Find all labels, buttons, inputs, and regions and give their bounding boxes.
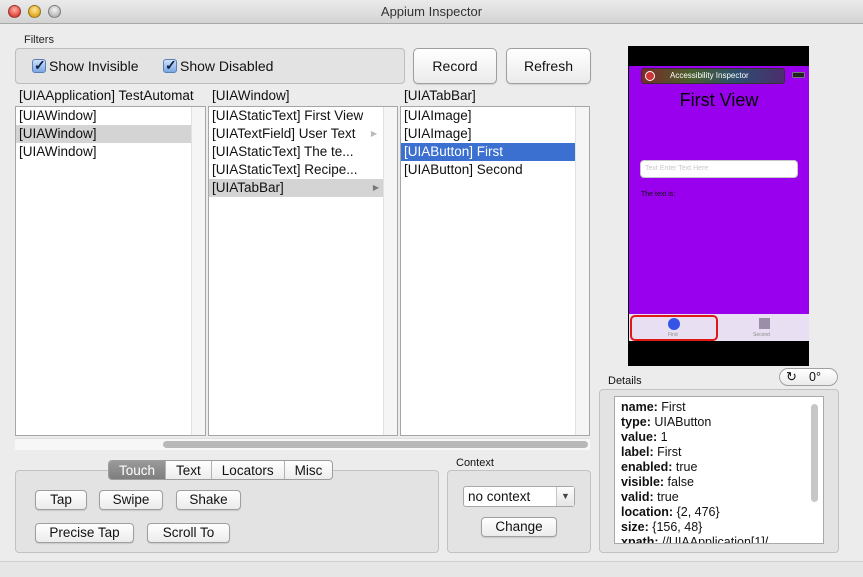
list-item[interactable]: [UIAStaticText] The te... <box>209 143 397 161</box>
details-text-area[interactable]: name: First type: UIAButton value: 1 lab… <box>614 396 824 544</box>
window-title: Appium Inspector <box>380 4 483 19</box>
preview-tab-second-label: Second <box>753 332 770 338</box>
preview-text-field[interactable]: Text Enter Text Here <box>640 160 798 178</box>
list-item[interactable]: [UIAButton] First <box>401 143 575 161</box>
element-column-3[interactable]: [UIAImage] [UIAImage] [UIAButton] First … <box>400 106 590 436</box>
detail-line: label: First <box>621 445 682 459</box>
close-icon <box>645 71 655 81</box>
show-invisible-label: Show Invisible <box>49 58 139 74</box>
list-item[interactable]: [UIAWindow]▶ <box>16 143 205 161</box>
checkmark-icon <box>32 57 46 74</box>
column-3-header: [UIATabBar] <box>404 88 476 103</box>
element-column-1[interactable]: [UIAWindow] [UIAWindow]▶ [UIAWindow]▶ <box>15 106 206 436</box>
swipe-button[interactable]: Swipe <box>99 490 163 510</box>
tab-touch[interactable]: Touch <box>109 461 167 479</box>
square-icon <box>759 318 770 329</box>
list-item[interactable]: [UIAButton] Second <box>401 161 589 179</box>
detail-line: xpath: //UIAApplication[1]/ <box>621 535 769 544</box>
detail-line: enabled: true <box>621 460 698 474</box>
preview-view-title: First View <box>679 90 759 110</box>
selected-element-highlight <box>630 315 718 341</box>
show-invisible-checkbox[interactable]: Show Invisible <box>32 57 139 74</box>
rotate-button[interactable]: ↻ 0° <box>779 368 838 386</box>
list-item[interactable]: [UIAStaticText] First View <box>209 107 397 125</box>
detail-line: type: UIAButton <box>621 415 712 429</box>
detail-line: value: 1 <box>621 430 668 444</box>
vertical-scrollbar[interactable] <box>575 107 589 435</box>
chevron-right-icon: ▶ <box>372 183 379 192</box>
chevron-down-icon: ▼ <box>556 487 574 506</box>
scroll-thumb[interactable] <box>811 404 818 502</box>
refresh-button[interactable]: Refresh <box>506 48 591 84</box>
detail-line: visible: false <box>621 475 694 489</box>
rotate-icon: ↻ <box>786 369 797 384</box>
vertical-scrollbar[interactable] <box>383 107 397 435</box>
horizontal-scrollbar[interactable] <box>15 438 590 450</box>
detail-line: name: First <box>621 400 686 414</box>
tab-text[interactable]: Text <box>166 461 212 479</box>
accessibility-inspector-bar: Accessibility Inspector <box>641 68 785 84</box>
precise-tap-button[interactable]: Precise Tap <box>35 523 134 543</box>
detail-line: size: {156, 48} <box>621 520 703 534</box>
tab-misc[interactable]: Misc <box>285 461 333 479</box>
show-disabled-checkbox[interactable]: Show Disabled <box>163 57 274 74</box>
scroll-thumb[interactable] <box>163 441 588 448</box>
detail-line: location: {2, 476} <box>621 505 720 519</box>
battery-icon <box>792 72 805 78</box>
change-context-button[interactable]: Change <box>481 517 557 537</box>
list-item[interactable]: [UIAImage] <box>401 125 589 143</box>
context-panel <box>447 470 591 553</box>
list-item[interactable]: [UIATextField] User Text ▶ <box>209 125 397 143</box>
window-bottom-edge <box>0 561 863 577</box>
element-column-2[interactable]: [UIAStaticText] First View [UIATextField… <box>208 106 398 436</box>
details-label: Details <box>608 375 642 387</box>
chevron-right-icon: ▶ <box>370 129 377 138</box>
column-1-header: [UIAApplication] TestAutomat <box>19 88 194 103</box>
rotation-value: 0° <box>809 370 821 384</box>
tab-locators[interactable]: Locators <box>212 461 285 479</box>
list-item[interactable]: [UIATabBar] ▶ <box>209 179 383 197</box>
details-scrollbar[interactable] <box>810 400 819 540</box>
context-label: Context <box>456 457 494 469</box>
list-item[interactable]: [UIAWindow]▶ <box>16 125 205 143</box>
filters-label: Filters <box>24 34 54 46</box>
list-item[interactable]: [UIAImage] <box>401 107 589 125</box>
detail-line: valid: true <box>621 490 679 504</box>
record-button[interactable]: Record <box>413 48 497 84</box>
scroll-to-button[interactable]: Scroll To <box>147 523 230 543</box>
preview-static-text: The text is: <box>641 191 676 198</box>
context-select[interactable]: no context ▼ <box>463 486 575 507</box>
tap-button[interactable]: Tap <box>35 490 87 510</box>
shake-button[interactable]: Shake <box>176 490 241 510</box>
list-item[interactable]: [UIAWindow] <box>16 107 205 125</box>
column-2-header: [UIAWindow] <box>212 88 290 103</box>
context-select-value: no context <box>468 489 531 504</box>
show-disabled-label: Show Disabled <box>180 58 274 74</box>
vertical-scrollbar[interactable] <box>191 107 205 435</box>
actions-tab-bar: Touch Text Locators Misc <box>108 460 334 480</box>
list-item[interactable]: [UIAStaticText] Recipe... <box>209 161 397 179</box>
checkmark-icon <box>163 57 177 74</box>
